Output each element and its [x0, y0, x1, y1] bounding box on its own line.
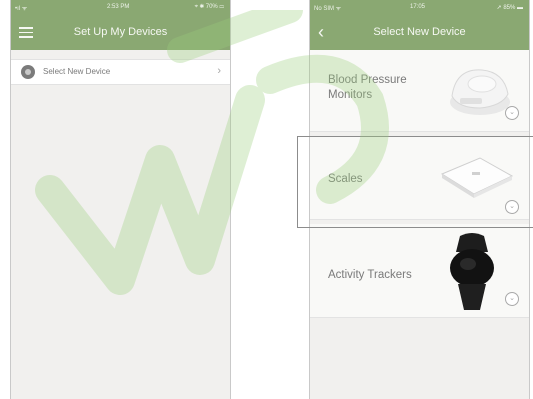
scale-image — [440, 157, 514, 198]
device-card-label: Activity Trackers — [328, 269, 412, 281]
page-title: Set Up My Devices — [73, 26, 168, 38]
chevron-right-icon: › — [217, 65, 221, 77]
device-card-blood-pressure[interactable]: Blood Pressure Monitors ⌄ — [310, 50, 529, 132]
status-battery: ⌖ ✱ 70% ▭ — [194, 4, 224, 10]
status-time: 2:53 PM — [107, 4, 130, 10]
device-card-activity-trackers[interactable]: Activity Trackers ⌄ — [310, 224, 529, 318]
expand-chevron-button[interactable]: ⌄ — [505, 292, 519, 306]
device-icon — [21, 65, 35, 79]
status-carrier: •ıl ᯤ — [15, 6, 28, 12]
device-card-label: Scales — [328, 173, 363, 185]
setup-devices-screen: •ıl ᯤ 2:53 PM ⌖ ✱ 70% ▭ Set Up My Device… — [10, 0, 231, 399]
activity-tracker-image — [450, 233, 494, 310]
expand-chevron-button[interactable]: ⌄ — [505, 200, 519, 214]
nav-bar: Set Up My Devices — [11, 16, 230, 50]
nav-bar: ‹ Select New Device — [310, 16, 529, 50]
device-card-label: Blood Pressure Monitors — [328, 74, 407, 101]
status-bar: No SIM ᯤ 17:05 ➚ 85% ▬ — [310, 0, 529, 16]
status-carrier: No SIM ᯤ — [314, 6, 342, 12]
expand-chevron-button[interactable]: ⌄ — [505, 106, 519, 120]
select-device-screen: No SIM ᯤ 17:05 ➚ 85% ▬ ‹ Select New Devi… — [309, 0, 530, 399]
status-time: 17:05 — [410, 4, 426, 10]
select-new-device-row[interactable]: Select New Device › — [11, 59, 230, 85]
page-title: Select New Device — [373, 26, 466, 38]
status-bar: •ıl ᯤ 2:53 PM ⌖ ✱ 70% ▭ — [11, 0, 230, 16]
status-battery: ➚ 85% ▬ — [496, 5, 523, 11]
blood-pressure-monitor-image — [450, 69, 510, 115]
device-card-scales[interactable]: Scales ⌄ — [310, 136, 529, 220]
row-label: Select New Device — [43, 67, 111, 76]
